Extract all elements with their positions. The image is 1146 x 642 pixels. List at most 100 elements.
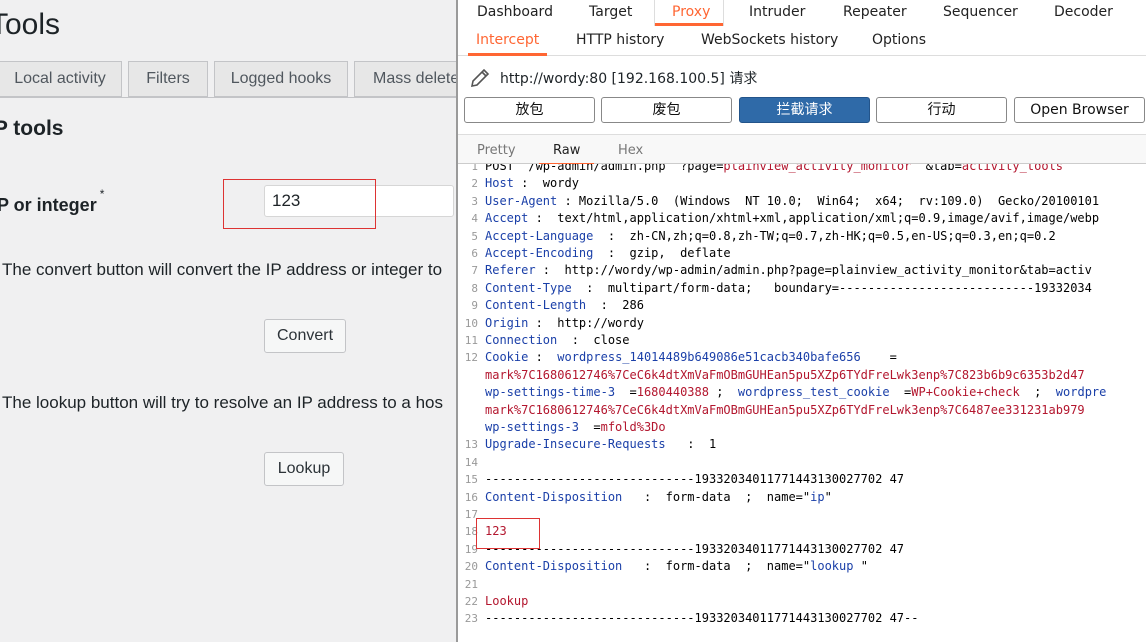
line-number: 16 bbox=[464, 490, 478, 504]
tab-mass-delete[interactable]: Mass delete bbox=[354, 61, 456, 97]
section-title: IP tools bbox=[0, 117, 64, 140]
line-content: -----------------------------19332034011… bbox=[485, 610, 918, 627]
request-line: 17 bbox=[458, 506, 1146, 523]
tab-sequencer[interactable]: Sequencer bbox=[943, 0, 1018, 26]
line-content: User-Agent : Mozilla/5.0 (Windows NT 10.… bbox=[485, 193, 1099, 210]
intercept-toggle-button[interactable]: 拦截请求 bbox=[739, 97, 870, 123]
line-number: 18 bbox=[464, 525, 478, 539]
ip-field-label-text: IP or integer bbox=[0, 195, 97, 215]
line-number: 17 bbox=[464, 508, 478, 521]
line-number: 9 bbox=[471, 299, 478, 313]
code-token: = bbox=[860, 350, 897, 365]
request-line: wp-settings-time-3 =1680440388 ; wordpre… bbox=[458, 384, 1146, 401]
line-number: 23 bbox=[464, 612, 478, 626]
tabs-divider bbox=[0, 97, 456, 98]
forward-button[interactable]: 放包 bbox=[464, 97, 595, 123]
request-line: 11 Connection : close bbox=[458, 332, 1146, 349]
convert-button[interactable]: Convert bbox=[264, 319, 346, 353]
code-token: 1680440388 bbox=[636, 385, 709, 400]
request-target: http://wordy:80 [192.168.100.5] 请求 bbox=[500, 71, 758, 87]
code-token: : gzip, deflate bbox=[593, 246, 731, 260]
request-line: 21 bbox=[458, 576, 1146, 593]
tab-logged-hooks[interactable]: Logged hooks bbox=[214, 61, 348, 97]
line-content: Referer : http://wordy/wp-admin/admin.ph… bbox=[485, 262, 1092, 279]
code-token: Host bbox=[485, 176, 514, 191]
line-number: 2 bbox=[471, 177, 478, 191]
tab-filters[interactable]: Filters bbox=[128, 61, 208, 97]
tab-decoder[interactable]: Decoder bbox=[1054, 0, 1113, 26]
code-token: : http://wordy bbox=[528, 315, 644, 330]
code-token: WP+Cookie+check bbox=[911, 385, 1020, 400]
tab-http-history[interactable]: HTTP history bbox=[576, 30, 664, 56]
request-line: 22 Lookup bbox=[458, 593, 1146, 610]
tab-dashboard[interactable]: Dashboard bbox=[477, 0, 553, 26]
code-token: wp-settings-3 bbox=[485, 420, 579, 434]
code-token: Content-Disposition bbox=[485, 489, 623, 504]
lookup-button[interactable]: Lookup bbox=[264, 452, 344, 486]
line-content: Content-Disposition : form-data ; name="… bbox=[485, 489, 832, 506]
proxy-sub-tabs: Intercept HTTP history WebSockets histor… bbox=[458, 26, 1146, 56]
tab-pretty[interactable]: Pretty bbox=[477, 143, 516, 158]
tab-intruder[interactable]: Intruder bbox=[749, 0, 805, 26]
line-content: -----------------------------19332034011… bbox=[485, 471, 904, 488]
line-number: 22 bbox=[464, 595, 478, 608]
code-token: User-Agent bbox=[485, 193, 558, 208]
request-line: 6 Accept-Encoding : gzip, deflate bbox=[458, 245, 1146, 262]
code-token: Cookie bbox=[485, 350, 529, 365]
code-token: : bbox=[528, 350, 558, 365]
code-token: Content-Disposition bbox=[485, 559, 623, 574]
line-content: Accept-Encoding : gzip, deflate bbox=[485, 245, 731, 262]
line-content: Accept : text/html,application/xhtml+xml… bbox=[485, 210, 1099, 227]
code-token: wp-settings-time-3 bbox=[485, 385, 616, 400]
code-token: Accept bbox=[485, 211, 529, 226]
tab-proxy[interactable]: Proxy bbox=[654, 0, 724, 26]
code-token: Accept-Language bbox=[485, 228, 594, 243]
code-token: : wordy bbox=[513, 176, 579, 191]
line-content: Lookup bbox=[485, 593, 528, 610]
tab-target[interactable]: Target bbox=[589, 0, 632, 26]
line-number: 13 bbox=[464, 438, 478, 452]
line-number: 8 bbox=[471, 281, 478, 295]
line-content: -----------------------------19332034011… bbox=[485, 541, 904, 558]
request-line: 3 User-Agent : Mozilla/5.0 (Windows NT 10… bbox=[458, 193, 1146, 210]
line-number: 3 bbox=[471, 194, 478, 208]
code-token: : close bbox=[557, 333, 630, 347]
required-mark: * bbox=[99, 187, 105, 201]
pencil-icon[interactable] bbox=[468, 66, 492, 90]
code-token: &tab= bbox=[911, 164, 962, 173]
code-token: Upgrade-Insecure-Requests bbox=[485, 437, 666, 452]
open-browser-button[interactable]: Open Browser bbox=[1014, 97, 1145, 123]
tab-options[interactable]: Options bbox=[872, 30, 926, 56]
request-line: 18 123 bbox=[458, 523, 1146, 540]
code-token: : 286 bbox=[586, 298, 644, 313]
line-content: Connection : close bbox=[485, 332, 630, 349]
line-content: wp-settings-3 =mfold%3Do bbox=[485, 419, 666, 436]
tab-websockets-history[interactable]: WebSockets history bbox=[701, 30, 838, 56]
request-line: 1 POST /wp-admin/admin.php ?page=plainvie… bbox=[458, 164, 1146, 175]
code-token: : Mozilla/5.0 (Windows NT 10.0; Win64; x… bbox=[557, 193, 1100, 208]
line-content: wp-settings-time-3 =1680440388 ; wordpre… bbox=[485, 384, 1106, 401]
line-number: 20 bbox=[464, 560, 478, 574]
request-line: 13 Upgrade-Insecure-Requests : 1 bbox=[458, 436, 1146, 453]
tab-hex[interactable]: Hex bbox=[618, 143, 643, 158]
code-token: plainview_activity_monitor bbox=[723, 164, 912, 173]
main-tabs: Dashboard Target Proxy Intruder Repeater… bbox=[458, 0, 1146, 26]
highlight-box bbox=[223, 179, 376, 229]
code-token: -----------------------------19332034011… bbox=[485, 472, 905, 487]
tab-repeater[interactable]: Repeater bbox=[843, 0, 907, 26]
code-token: ; bbox=[1019, 385, 1056, 400]
code-token: lookup bbox=[810, 559, 854, 574]
drop-button[interactable]: 废包 bbox=[601, 97, 732, 123]
request-line: wp-settings-3 =mfold%3Do bbox=[458, 419, 1146, 436]
action-button[interactable]: 行动 bbox=[876, 97, 1007, 123]
convert-description: The convert button will convert the IP a… bbox=[2, 260, 443, 279]
tab-raw[interactable]: Raw bbox=[538, 143, 595, 166]
request-line: 19 -----------------------------193320340… bbox=[458, 541, 1146, 558]
code-token: mark%7C1680612746%7CeC6k4dtXmVaFmOBmGUHE… bbox=[485, 402, 1085, 417]
line-content: Cookie : wordpress_14014489b649086e51cac… bbox=[485, 349, 897, 366]
tab-local-activity[interactable]: Local activity bbox=[0, 61, 122, 97]
raw-request-editor[interactable]: 1 POST /wp-admin/admin.php ?page=plainvie… bbox=[458, 164, 1146, 642]
tab-intercept[interactable]: Intercept bbox=[467, 30, 548, 56]
nav-tabs: Local activity Filters Logged hooks Mass… bbox=[0, 61, 456, 97]
code-token: mfold%3Do bbox=[600, 420, 666, 434]
